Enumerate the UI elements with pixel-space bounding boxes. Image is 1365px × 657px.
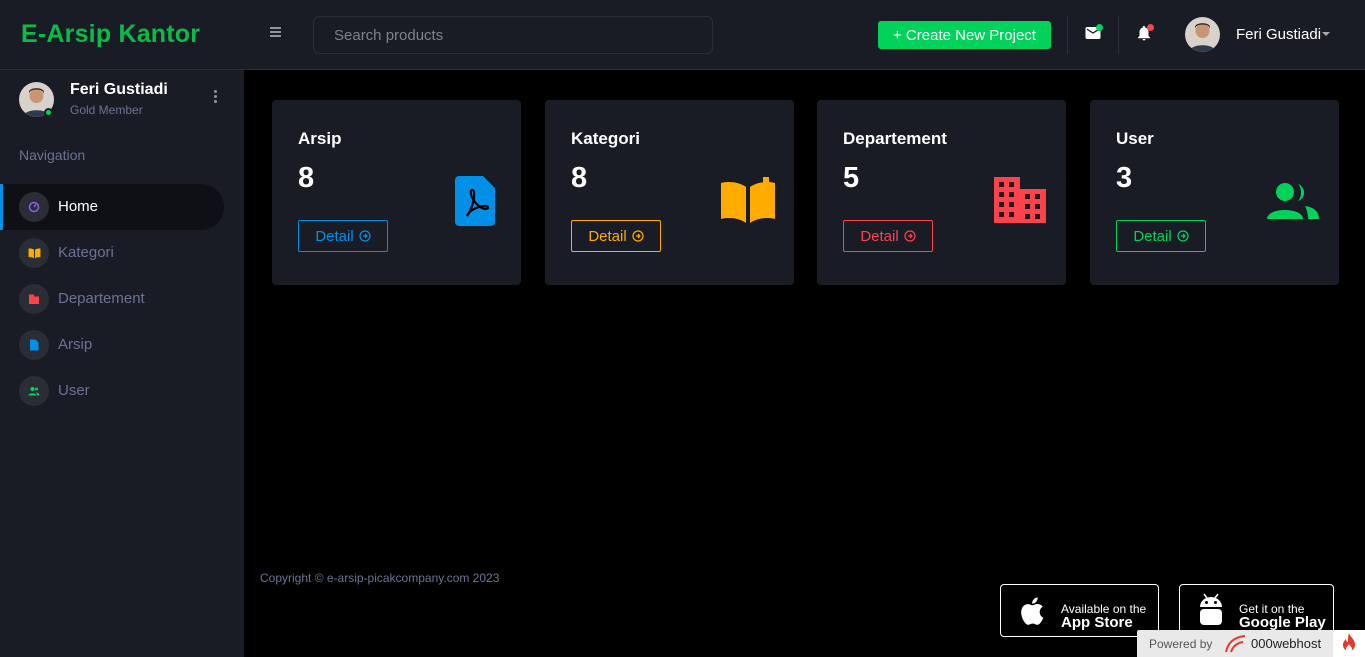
arrow-right-circle-icon	[904, 230, 916, 242]
card-title: Kategori	[571, 129, 640, 148]
android-icon	[1200, 593, 1222, 625]
avatar[interactable]	[1185, 17, 1220, 52]
card-title: User	[1116, 129, 1154, 148]
search-input[interactable]	[313, 16, 713, 54]
account-group-icon	[19, 376, 49, 406]
file-icon	[19, 330, 49, 360]
mail-notification-dot	[1096, 24, 1103, 31]
google-play-big-text: Google Play	[1239, 614, 1326, 631]
divider	[1067, 16, 1068, 54]
detail-button-label: Detail	[860, 227, 899, 245]
card-user: User 3 Detail	[1090, 100, 1339, 285]
book-open-icon	[719, 177, 777, 230]
copyright-text: Copyright © e-arsip-picakcompany.com 202…	[260, 571, 500, 585]
more-vertical-icon[interactable]	[210, 88, 220, 106]
speedometer-icon	[19, 192, 49, 222]
powered-by-banner[interactable]: Powered by 000webhost	[1137, 630, 1333, 657]
user-menu-name[interactable]: Feri Gustiadi	[1236, 26, 1321, 43]
bell-notification-dot	[1147, 24, 1154, 31]
sidebar-item-label: User	[58, 382, 90, 399]
create-new-project-button[interactable]: + Create New Project	[878, 21, 1051, 49]
detail-button-label: Detail	[315, 227, 354, 245]
powered-by-label: Powered by	[1149, 637, 1213, 651]
flame-icon[interactable]	[1333, 630, 1365, 657]
card-arsip: Arsip 8 Detail	[272, 100, 521, 285]
sidebar: Feri Gustiadi Gold Member Navigation Hom…	[0, 70, 244, 657]
online-status-dot	[44, 108, 53, 117]
sidebar-item-label: Home	[58, 198, 99, 215]
office-building-icon	[994, 177, 1046, 228]
card-value: 8	[298, 162, 315, 194]
sidebar-item-arsip[interactable]: Arsip	[0, 322, 224, 368]
detail-button-label: Detail	[1133, 227, 1172, 245]
chevron-down-icon[interactable]	[1322, 32, 1330, 36]
account-group-icon	[1267, 182, 1319, 225]
mail-icon[interactable]	[1084, 24, 1104, 44]
top-navbar: E-Arsip Kantor + Create New Project Feri…	[0, 0, 1365, 70]
arrow-right-circle-icon	[632, 230, 644, 242]
detail-button[interactable]: Detail	[843, 220, 933, 252]
apple-icon	[1021, 597, 1044, 625]
powered-by-brand: 000webhost	[1251, 636, 1322, 651]
card-departement: Departement 5 Detail	[817, 100, 1066, 285]
profile-role: Gold Member	[70, 103, 143, 117]
arrow-right-circle-icon	[359, 230, 371, 242]
arrow-right-circle-icon	[1177, 230, 1189, 242]
webhost-logo-icon	[1225, 635, 1246, 653]
card-value: 3	[1116, 162, 1133, 194]
sidebar-item-label: Kategori	[58, 244, 114, 261]
sidebar-item-user[interactable]: User	[0, 368, 224, 414]
app-store-big-text: App Store	[1061, 614, 1133, 631]
card-value: 8	[571, 162, 588, 194]
card-value: 5	[843, 162, 860, 194]
sidebar-item-label: Arsip	[58, 336, 93, 353]
office-building-icon	[19, 284, 49, 314]
menu-toggle-icon[interactable]	[270, 25, 286, 43]
sidebar-item-departement[interactable]: Departement	[0, 276, 224, 322]
sidebar-item-label: Departement	[58, 290, 145, 307]
nav-section-title: Navigation	[19, 147, 86, 163]
detail-button[interactable]: Detail	[298, 220, 388, 252]
divider	[1118, 16, 1119, 54]
pdf-icon	[455, 176, 495, 231]
detail-button-label: Detail	[588, 227, 627, 245]
sidebar-item-home[interactable]: Home	[0, 184, 224, 230]
card-kategori: Kategori 8 Detail	[545, 100, 794, 285]
card-title: Arsip	[298, 129, 342, 148]
detail-button[interactable]: Detail	[571, 220, 661, 252]
book-icon	[19, 238, 49, 268]
brand-logo[interactable]: E-Arsip Kantor	[21, 20, 200, 49]
bell-icon[interactable]	[1135, 24, 1155, 44]
profile-name: Feri Gustiadi	[70, 81, 168, 98]
sidebar-item-kategori[interactable]: Kategori	[0, 230, 224, 276]
app-store-button[interactable]: Available on the App Store	[1000, 584, 1159, 637]
detail-button[interactable]: Detail	[1116, 220, 1206, 252]
card-title: Departement	[843, 129, 947, 148]
